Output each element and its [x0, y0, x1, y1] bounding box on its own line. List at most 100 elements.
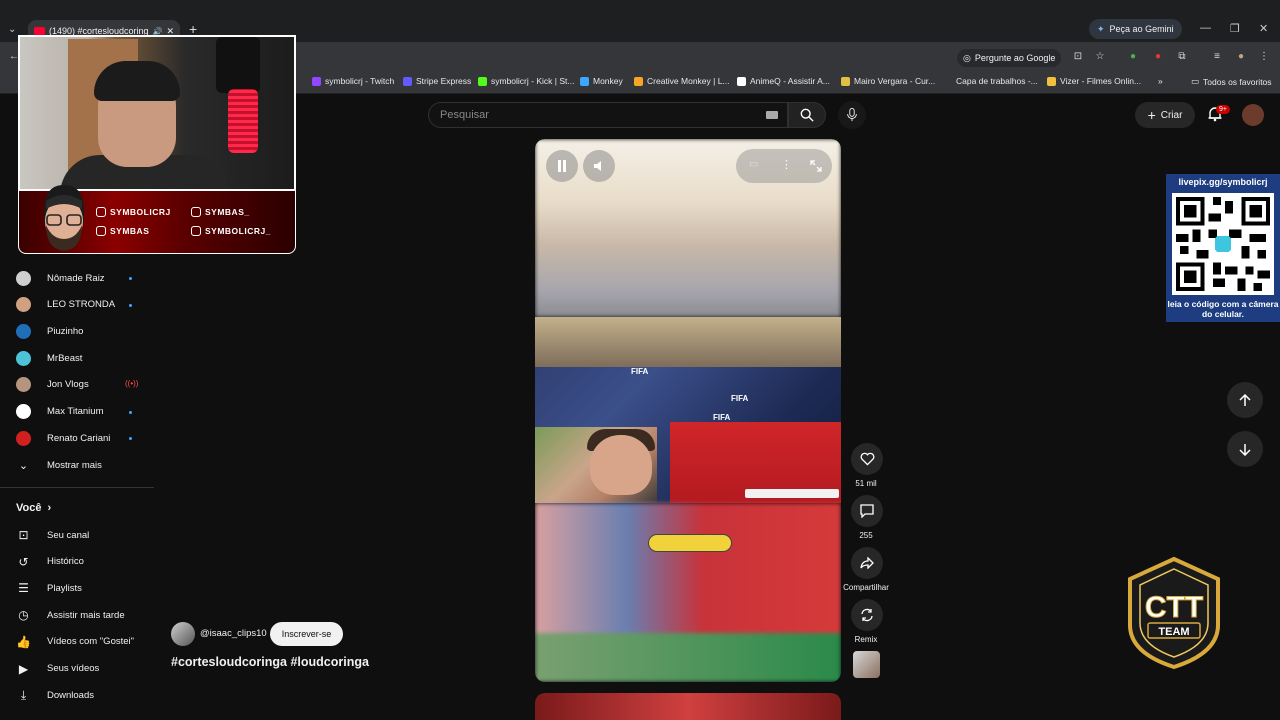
webcam-overlay: [18, 35, 296, 191]
bookmark-item[interactable]: Stripe Express: [403, 76, 471, 86]
new-content-dot: [129, 303, 132, 307]
ctt-team-label: TEAM: [1158, 626, 1189, 638]
share-button[interactable]: [851, 547, 883, 579]
shorts-player[interactable]: FIFA FIFA FIFA ▭ ⋮: [535, 139, 841, 682]
fifa-logo-text: FIFA: [731, 394, 749, 403]
install-icon[interactable]: ⊡: [1072, 51, 1084, 63]
like-count: 51 mil: [855, 479, 877, 488]
bookmark-label: Vizer - Filmes Onlin...: [1060, 76, 1142, 86]
bookmark-favicon-icon: [634, 76, 643, 86]
fullscreen-icon[interactable]: [810, 160, 822, 172]
you-item[interactable]: ⤓ Downloads: [16, 686, 94, 704]
volume-icon: [594, 161, 601, 171]
search-button[interactable]: [788, 102, 826, 128]
bookmark-item[interactable]: symbolicrj - Twitch: [312, 76, 394, 86]
channel-avatar[interactable]: [171, 622, 195, 646]
fifa-logo-text: FIFA: [713, 413, 731, 422]
more-bookmarks-icon[interactable]: »: [1158, 76, 1163, 86]
show-more-button[interactable]: ⌄ Mostrar mais: [16, 456, 102, 474]
captions-icon[interactable]: ▭: [749, 159, 758, 170]
volume-button[interactable]: [583, 150, 615, 182]
new-content-dot: [129, 410, 132, 414]
bookmark-item[interactable]: Creative Monkey | L...: [634, 76, 730, 86]
bookmark-item[interactable]: AnimeQ - Assistir A...: [737, 76, 830, 86]
bookmark-star-icon[interactable]: ☆: [1094, 51, 1106, 63]
subscription-label: Max Titanium: [47, 406, 104, 417]
ask-google-button[interactable]: ◎ Pergunte ao Google: [957, 49, 1062, 67]
subscription-label: Jon Vlogs: [47, 379, 89, 391]
minimize-icon[interactable]: —: [1200, 22, 1211, 34]
subscription-item[interactable]: Piuzinho: [16, 322, 83, 340]
comments-button[interactable]: [851, 495, 883, 527]
folder-icon: ▭: [1191, 76, 1200, 86]
bookmark-label: Stripe Express: [416, 76, 472, 86]
channel-name[interactable]: @isaac_clips10: [200, 628, 267, 639]
extensions-icon[interactable]: ⧉: [1176, 51, 1188, 63]
gemini-button[interactable]: ✦ Peça ao Gemini: [1089, 19, 1182, 39]
subscription-item[interactable]: Nômade Raiz: [16, 269, 105, 287]
window-close-icon[interactable]: ✕: [1259, 22, 1268, 35]
microphone-icon: [847, 108, 857, 122]
bookmark-favicon-icon: [403, 76, 412, 86]
you-item[interactable]: ⊡ Seu canal: [16, 526, 89, 544]
show-more-label: Mostrar mais: [47, 459, 102, 471]
webcam-mic-light: [228, 89, 258, 153]
you-item-label: Assistir mais tarde: [47, 609, 125, 621]
next-short-button[interactable]: [1227, 431, 1263, 467]
remix-button[interactable]: [851, 599, 883, 631]
user-avatar[interactable]: [1242, 104, 1264, 126]
voice-search-button[interactable]: [838, 101, 866, 129]
you-section-header[interactable]: Você ›: [16, 502, 51, 514]
all-bookmarks-button[interactable]: ▭ Todos os favoritos: [1191, 76, 1272, 87]
video-sticker: [648, 534, 732, 552]
sound-avatar[interactable]: [853, 651, 880, 678]
keyboard-icon[interactable]: [766, 111, 778, 119]
subscription-item[interactable]: Renato Cariani: [16, 429, 110, 447]
qr-code: [1172, 193, 1274, 295]
media-icon[interactable]: ≡: [1211, 51, 1223, 63]
maximize-icon[interactable]: ❐: [1230, 22, 1240, 35]
qr-caption: leia o código com a câmera do celular.: [1167, 299, 1279, 319]
create-button[interactable]: + Criar: [1135, 102, 1195, 128]
channel-avatar: [16, 297, 31, 313]
subscribe-button[interactable]: Inscrever-se: [270, 622, 343, 646]
pause-button[interactable]: [546, 150, 578, 182]
player-controls-pill: ▭ ⋮: [736, 149, 832, 183]
you-item[interactable]: ◷ Assistir mais tarde: [16, 606, 125, 624]
extension-red-icon[interactable]: ●: [1152, 51, 1164, 63]
you-item[interactable]: ▶ Seus vídeos: [16, 660, 99, 678]
bookmark-item[interactable]: Monkey: [580, 76, 623, 86]
you-item[interactable]: ☰ Playlists: [16, 579, 82, 597]
search-placeholder: Pesquisar: [440, 109, 489, 121]
you-item[interactable]: 👍 Vídeos com "Gostei": [16, 633, 134, 651]
previous-short-button[interactable]: [1227, 382, 1263, 418]
bookmark-item[interactable]: symbolicrj - Kick | St...: [478, 76, 574, 86]
bookmark-favicon-icon: [841, 76, 850, 86]
search-input[interactable]: Pesquisar: [428, 102, 788, 128]
qr-url: livepix.gg/symbolicrj: [1178, 177, 1268, 187]
browser-menu-icon[interactable]: ⋮: [1258, 51, 1270, 63]
broadcast-ticker: [745, 489, 839, 498]
video-grass: [535, 633, 841, 682]
subscription-item[interactable]: Max Titanium: [16, 403, 104, 421]
chevron-down-icon: ⌄: [18, 459, 29, 472]
next-short-preview[interactable]: [535, 693, 841, 720]
short-title-hashtags[interactable]: #cortesloudcoringa #loudcoringa: [171, 655, 369, 669]
you-item[interactable]: ↺ Histórico: [16, 553, 83, 571]
webcam-mic-arm: [216, 37, 260, 93]
channel-avatar: [16, 270, 31, 286]
subscription-item[interactable]: LEO STRONDA: [16, 296, 115, 314]
bookmark-item[interactable]: Capa de trabalhos -...: [943, 76, 1038, 86]
bookmark-label: symbolicrj - Twitch: [325, 76, 395, 86]
bookmark-item[interactable]: Vizer - Filmes Onlin...: [1047, 76, 1141, 86]
subscription-item[interactable]: MrBeast: [16, 349, 82, 367]
profile-icon[interactable]: ●: [1235, 51, 1247, 63]
extension-green-icon[interactable]: ●: [1127, 51, 1139, 63]
like-button[interactable]: [851, 443, 883, 475]
more-options-icon[interactable]: ⋮: [781, 158, 792, 171]
tab-list-icon[interactable]: ⌄: [8, 24, 16, 35]
bookmark-item[interactable]: Mairo Vergara - Cur...: [841, 76, 935, 86]
social-label: SYMBAS_: [205, 207, 250, 217]
subscription-item[interactable]: Jon Vlogs: [16, 376, 89, 394]
watch-later-icon: ◷: [18, 608, 29, 623]
